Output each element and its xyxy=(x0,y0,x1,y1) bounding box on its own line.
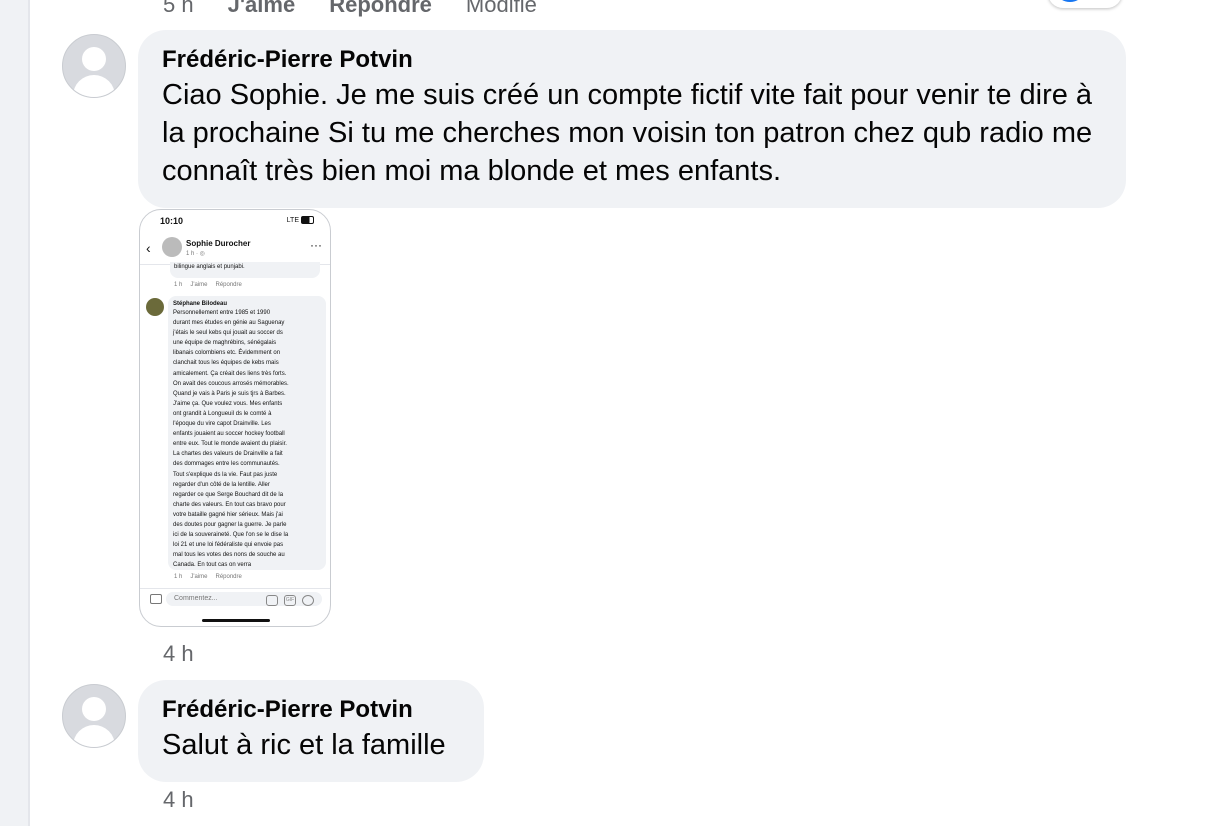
like-link[interactable]: J'aime xyxy=(228,0,296,18)
comment-time[interactable]: 4 h xyxy=(163,641,194,667)
post-author-avatar xyxy=(162,237,182,257)
more-icon: ··· xyxy=(310,238,322,252)
camera-icon xyxy=(150,594,162,604)
commenter-avatar xyxy=(146,298,164,316)
comment-input: Commentez... xyxy=(166,592,322,606)
screenshot-comment-bubble: Stéphane Bilodeau Personnellement entre … xyxy=(168,296,326,570)
comment-bubble: Frédéric-Pierre Potvin Ciao Sophie. Je m… xyxy=(138,30,1126,208)
reaction-badge[interactable] xyxy=(1048,0,1122,8)
screenshot-commenter: Stéphane Bilodeau xyxy=(173,301,228,307)
comment-bubble: Frédéric-Pierre Potvin Salut à ric et la… xyxy=(138,680,484,782)
avatar[interactable] xyxy=(62,34,126,98)
previous-comment-actions: 5 h J'aime Répondre Modifié xyxy=(163,0,537,18)
post-author: Sophie Durocher xyxy=(186,239,251,248)
like-reaction-icon xyxy=(1058,0,1082,2)
gif-icon: GIF xyxy=(284,595,296,606)
previous-comment-actions-small: 1 h J'aime Répondre xyxy=(174,282,242,288)
edited-label: Modifié xyxy=(465,0,537,17)
reply-link[interactable]: Répondre xyxy=(329,0,432,18)
emoji-icon xyxy=(302,595,314,606)
comment-author[interactable]: Frédéric-Pierre Potvin xyxy=(162,44,1102,76)
default-avatar-icon xyxy=(82,47,106,71)
default-avatar-icon xyxy=(82,697,106,721)
status-signal: LTE xyxy=(287,216,314,224)
battery-icon xyxy=(301,216,314,224)
sticker-icon xyxy=(266,595,278,606)
previous-comment-bubble: bilingue anglais et punjabi. xyxy=(170,262,320,278)
screenshot-comment-actions: 1 h J'aime Répondre xyxy=(174,574,242,580)
attached-screenshot[interactable]: 10:10 LTE ‹ Sophie Durocher 1 h · ◎ ··· … xyxy=(139,209,331,627)
left-rail xyxy=(0,0,30,826)
comment-author[interactable]: Frédéric-Pierre Potvin xyxy=(162,694,460,726)
back-icon: ‹ xyxy=(146,240,151,256)
comment-time[interactable]: 4 h xyxy=(163,787,194,813)
home-indicator xyxy=(202,619,270,622)
post-meta: 1 h · ◎ xyxy=(186,251,205,257)
post-header: ‹ Sophie Durocher 1 h · ◎ ··· xyxy=(140,234,330,265)
comment-text: Salut à ric et la famille xyxy=(162,729,446,761)
avatar[interactable] xyxy=(62,684,126,748)
screenshot-comment-text: Personnellement entre 1985 et 1990 duran… xyxy=(173,310,289,569)
comment-text: Ciao Sophie. Je me suis créé un compte f… xyxy=(162,79,1093,187)
comment-composer: Commentez... GIF xyxy=(140,588,330,611)
previous-comment-time: 5 h xyxy=(163,0,194,17)
status-time: 10:10 xyxy=(160,216,184,226)
